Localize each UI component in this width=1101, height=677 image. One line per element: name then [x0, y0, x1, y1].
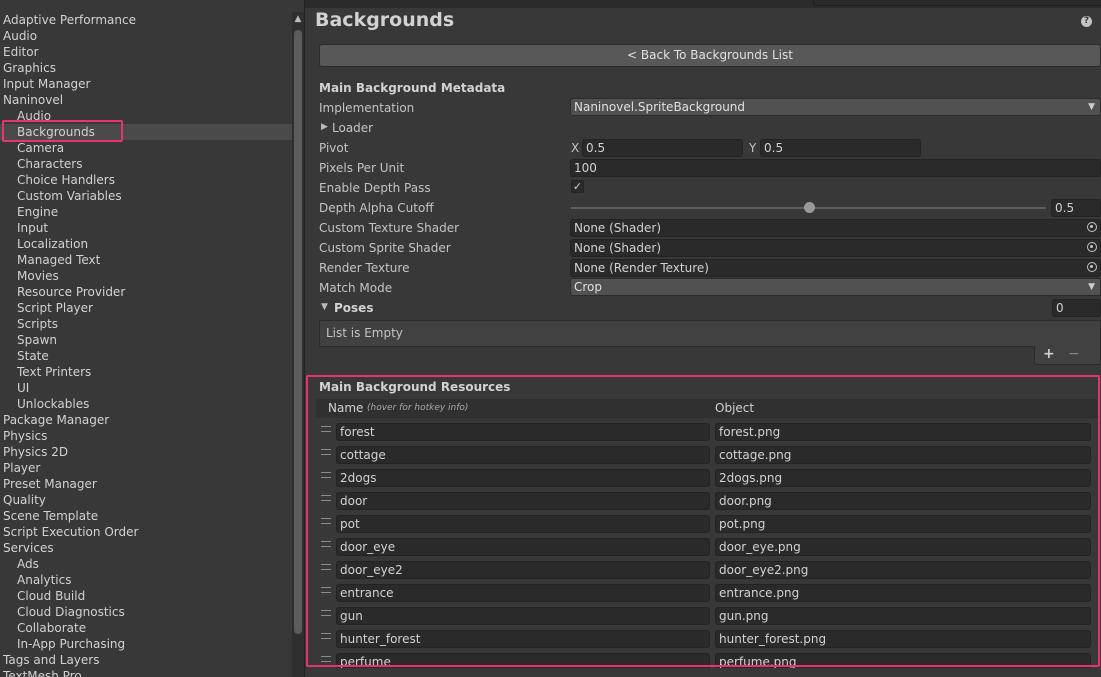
- sidebar-item-textmesh-pro[interactable]: TextMesh Pro: [0, 668, 292, 677]
- sidebar-item-characters[interactable]: Characters: [0, 156, 292, 172]
- sidebar-item-package-manager[interactable]: Package Manager: [0, 412, 292, 428]
- object-picker-icon[interactable]: [1087, 222, 1097, 232]
- sidebar-item-player[interactable]: Player: [0, 460, 292, 476]
- pixels-per-unit-field[interactable]: 100: [570, 159, 1101, 177]
- sidebar-item-physics[interactable]: Physics: [0, 428, 292, 444]
- sidebar-item-text-printers[interactable]: Text Printers: [0, 364, 292, 380]
- custom-sprite-shader-value: None (Shader): [574, 241, 661, 255]
- foldout-right-icon[interactable]: ▶: [321, 122, 328, 132]
- chevron-down-icon: ▼: [1088, 282, 1095, 292]
- custom-texture-shader-label: Custom Texture Shader: [319, 221, 460, 235]
- sidebar-item-cloud-build[interactable]: Cloud Build: [0, 588, 292, 604]
- enable-depth-pass-label: Enable Depth Pass: [319, 181, 431, 195]
- add-pose-button[interactable]: +: [1043, 346, 1055, 362]
- render-texture-label: Render Texture: [319, 261, 410, 275]
- sidebar-item-graphics[interactable]: Graphics: [0, 60, 292, 76]
- custom-texture-shader-value: None (Shader): [574, 221, 661, 235]
- sidebar-scroll-thumb[interactable]: [294, 30, 302, 634]
- sidebar-item-choice-handlers[interactable]: Choice Handlers: [0, 172, 292, 188]
- sidebar-item-services[interactable]: Services: [0, 540, 292, 556]
- resources-highlight: [306, 375, 1100, 667]
- foldout-down-icon[interactable]: ▼: [321, 302, 328, 312]
- sidebar-item-spawn[interactable]: Spawn: [0, 332, 292, 348]
- sidebar-item-movies[interactable]: Movies: [0, 268, 292, 284]
- sidebar-item-editor[interactable]: Editor: [0, 44, 292, 60]
- sidebar-item-analytics[interactable]: Analytics: [0, 572, 292, 588]
- sidebar-item-scripts[interactable]: Scripts: [0, 316, 292, 332]
- pivot-y-label: Y: [749, 141, 757, 155]
- back-to-list-button[interactable]: < Back To Backgrounds List: [319, 44, 1101, 67]
- implementation-dropdown[interactable]: Naninovel.SpriteBackground ▼: [570, 98, 1101, 116]
- render-texture-value: None (Render Texture): [574, 261, 709, 275]
- loader-foldout-label[interactable]: Loader: [332, 121, 373, 135]
- settings-sidebar: Adaptive Performance Audio Editor Graphics I…: [0, 0, 292, 677]
- sidebar-item-unlockables[interactable]: Unlockables: [0, 396, 292, 412]
- search-input[interactable]: [813, 0, 1101, 6]
- sidebar-item-collaborate[interactable]: Collaborate: [0, 620, 292, 636]
- poses-list-empty: List is Empty: [319, 320, 1101, 347]
- page-title: Backgrounds: [315, 9, 455, 31]
- sidebar-item-engine[interactable]: Engine: [0, 204, 292, 220]
- sidebar-item-script-execution-order[interactable]: Script Execution Order: [0, 524, 292, 540]
- custom-texture-shader-field[interactable]: None (Shader): [570, 219, 1101, 237]
- custom-sprite-shader-label: Custom Sprite Shader: [319, 241, 451, 255]
- help-icon[interactable]: ?: [1081, 16, 1092, 27]
- sidebar-item-audio[interactable]: Audio: [0, 28, 292, 44]
- depth-alpha-slider-handle[interactable]: [803, 202, 815, 213]
- object-picker-icon[interactable]: [1087, 262, 1097, 272]
- sidebar-item-script-player[interactable]: Script Player: [0, 300, 292, 316]
- sidebar-item-preset-manager[interactable]: Preset Manager: [0, 476, 292, 492]
- sidebar-item-custom-variables[interactable]: Custom Variables: [0, 188, 292, 204]
- implementation-value: Naninovel.SpriteBackground: [574, 100, 746, 114]
- sidebar-item-in-app-purchasing[interactable]: In-App Purchasing: [0, 636, 292, 652]
- sidebar-item-scene-template[interactable]: Scene Template: [0, 508, 292, 524]
- sidebar-item-localization[interactable]: Localization: [0, 236, 292, 252]
- sidebar-item-cloud-diagnostics[interactable]: Cloud Diagnostics: [0, 604, 292, 620]
- poses-foldout-label[interactable]: Poses: [334, 301, 373, 315]
- chevron-down-icon: ▼: [1088, 102, 1095, 112]
- sidebar-item-ui[interactable]: UI: [0, 380, 292, 396]
- sidebar-item-physics-2d[interactable]: Physics 2D: [0, 444, 292, 460]
- sidebar-item-camera[interactable]: Camera: [0, 140, 292, 156]
- sidebar-item-managed-text[interactable]: Managed Text: [0, 252, 292, 268]
- remove-pose-button[interactable]: −: [1068, 346, 1080, 362]
- sidebar-item-resource-provider[interactable]: Resource Provider: [0, 284, 292, 300]
- pivot-x-field[interactable]: 0.5: [582, 139, 743, 157]
- pivot-label: Pivot: [319, 141, 349, 155]
- metadata-section-title: Main Background Metadata: [319, 81, 506, 95]
- pixels-per-unit-label: Pixels Per Unit: [319, 161, 405, 175]
- object-picker-icon[interactable]: [1087, 242, 1097, 252]
- depth-alpha-cutoff-label: Depth Alpha Cutoff: [319, 201, 434, 215]
- render-texture-field[interactable]: None (Render Texture): [570, 259, 1101, 277]
- pivot-y-field[interactable]: 0.5: [760, 139, 921, 157]
- sidebar-item-tags-and-layers[interactable]: Tags and Layers: [0, 652, 292, 668]
- checkmark-icon: ✓: [572, 180, 583, 193]
- implementation-label: Implementation: [319, 101, 415, 115]
- match-mode-label: Match Mode: [319, 281, 393, 295]
- sidebar-item-ads[interactable]: Ads: [0, 556, 292, 572]
- custom-sprite-shader-field[interactable]: None (Shader): [570, 239, 1101, 257]
- sidebar-item-adaptive-performance[interactable]: Adaptive Performance: [0, 12, 292, 28]
- sidebar-item-quality[interactable]: Quality: [0, 492, 292, 508]
- selected-item-highlight: [2, 120, 123, 142]
- sidebar-item-input[interactable]: Input: [0, 220, 292, 236]
- match-mode-value: Crop: [574, 280, 603, 294]
- poses-count-field[interactable]: 0: [1052, 299, 1101, 317]
- sidebar-item-state[interactable]: State: [0, 348, 292, 364]
- sidebar-item-naninovel[interactable]: Naninovel: [0, 92, 292, 108]
- enable-depth-pass-checkbox[interactable]: ✓: [571, 180, 584, 193]
- sidebar-item-input-manager[interactable]: Input Manager: [0, 76, 292, 92]
- match-mode-dropdown[interactable]: Crop ▼: [570, 278, 1101, 296]
- pivot-x-label: X: [571, 141, 580, 155]
- scroll-up-arrow-icon[interactable]: ▲: [292, 12, 304, 26]
- depth-alpha-cutoff-field[interactable]: 0.5: [1051, 199, 1101, 217]
